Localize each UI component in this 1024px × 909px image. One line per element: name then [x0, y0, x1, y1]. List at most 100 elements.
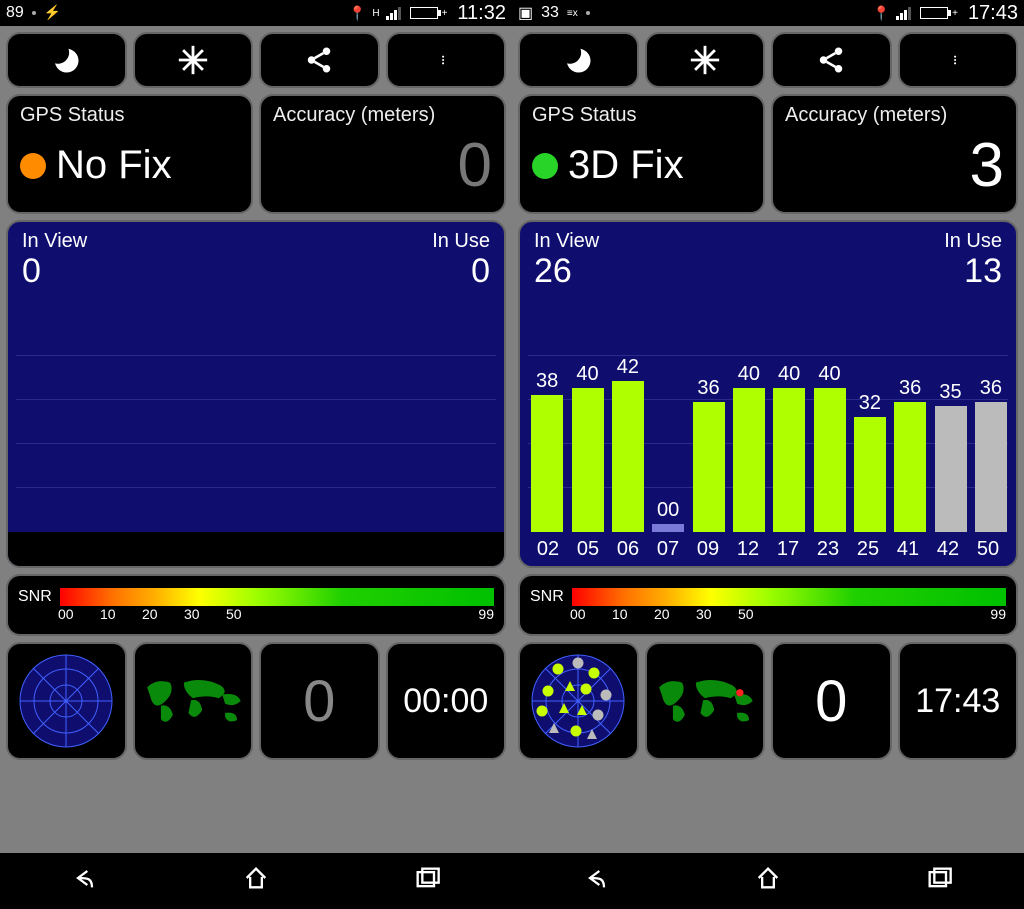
- battery-plus-icon: +: [442, 8, 448, 19]
- sat-prn-label: 41: [888, 538, 928, 561]
- sat-bar-value: 00: [657, 499, 679, 522]
- sat-prn-label: 06: [608, 538, 648, 561]
- sat-bar: [935, 406, 967, 532]
- sat-bar: [894, 402, 926, 532]
- time-value: 17:43: [915, 682, 1000, 721]
- accuracy-panel[interactable]: Accuracy (meters) 3: [771, 94, 1018, 214]
- home-button[interactable]: [242, 864, 270, 899]
- in-view-label: In View: [22, 230, 87, 253]
- sat-bar: [854, 417, 886, 532]
- gps-status-panel[interactable]: GPS Status No Fix: [6, 94, 253, 214]
- sat-bar: [733, 388, 765, 532]
- battery-plus-icon: +: [952, 8, 958, 19]
- status-dot-icon: [32, 11, 36, 15]
- signal-icon: [386, 6, 404, 20]
- accuracy-value: 0: [458, 135, 492, 197]
- location-icon: 📍: [873, 5, 890, 22]
- sat-bar-value: 35: [939, 381, 961, 404]
- location-icon: 📍: [349, 5, 366, 22]
- toolbar: [0, 26, 512, 94]
- menu-button[interactable]: [386, 32, 507, 88]
- compass-button[interactable]: [645, 32, 766, 88]
- snr-label: SNR: [530, 588, 564, 606]
- sat-bar-value: 40: [738, 363, 760, 386]
- in-use-value: 13: [944, 253, 1002, 290]
- sat-bar: [572, 388, 604, 532]
- sat-prn-label: 50: [968, 538, 1008, 561]
- skyview-tile[interactable]: [518, 642, 639, 760]
- in-use-label: In Use: [432, 230, 490, 253]
- sat-prn-label: 12: [728, 538, 768, 561]
- bars-area: 38 40 42 00 36 40 40 40 32: [528, 312, 1008, 532]
- snr-legend: SNR 0010203050 99: [518, 574, 1018, 636]
- sat-prn-label: 17: [768, 538, 808, 561]
- in-view-value: 26: [534, 253, 599, 290]
- snr-ticks: 0010203050 99: [570, 606, 1006, 622]
- recent-button[interactable]: [925, 864, 953, 899]
- time-tile[interactable]: 17:43: [898, 642, 1019, 760]
- accuracy-label: Accuracy (meters): [273, 104, 492, 127]
- sat-bar-value: 36: [899, 377, 921, 400]
- satellite-chart[interactable]: In View 0 In Use 0: [6, 220, 506, 568]
- satellite-chart[interactable]: In View 26 In Use 13 38 40 42 00: [518, 220, 1018, 568]
- home-button[interactable]: [754, 864, 782, 899]
- share-button[interactable]: [771, 32, 892, 88]
- in-use-label: In Use: [944, 230, 1002, 253]
- bolt-icon: [44, 4, 61, 22]
- night-mode-button[interactable]: [518, 32, 639, 88]
- menu-button[interactable]: [898, 32, 1019, 88]
- speed-tile[interactable]: 0: [259, 642, 380, 760]
- speed-tile[interactable]: 0: [771, 642, 892, 760]
- gps-label: GPS Status: [532, 104, 751, 127]
- chart-bottom-strip: [8, 532, 504, 566]
- sat-bar: [693, 402, 725, 532]
- accuracy-label: Accuracy (meters): [785, 104, 1004, 127]
- sat-bar: [531, 395, 563, 532]
- toolbar: [512, 26, 1024, 94]
- status-number: 33: [541, 4, 559, 22]
- back-button[interactable]: [583, 864, 611, 899]
- night-mode-button[interactable]: [6, 32, 127, 88]
- status-bar: 89 📍 H + 11:32: [0, 0, 512, 26]
- network-icon: ≡x: [567, 8, 578, 19]
- in-view-value: 0: [22, 253, 87, 290]
- sat-bar-value: 32: [859, 392, 881, 415]
- sat-prn-label: 23: [808, 538, 848, 561]
- sat-bar-value: 40: [818, 363, 840, 386]
- snr-gradient: [572, 588, 1006, 606]
- battery-icon: [920, 7, 948, 19]
- sat-bar-value: 40: [778, 363, 800, 386]
- snr-gradient: [60, 588, 494, 606]
- sat-prn-label: 25: [848, 538, 888, 561]
- worldmap-tile[interactable]: [645, 642, 766, 760]
- sat-prn-label: 05: [568, 538, 608, 561]
- sat-bar: [652, 524, 684, 532]
- gps-status-dot-icon: [532, 153, 558, 179]
- sat-bar-value: 36: [697, 377, 719, 400]
- compass-button[interactable]: [133, 32, 254, 88]
- phone-screen-0: 89 📍 H + 11:32 GPS Status: [0, 0, 512, 909]
- gps-status-text: No Fix: [56, 143, 172, 188]
- recent-button[interactable]: [413, 864, 441, 899]
- gps-status-text: 3D Fix: [568, 143, 684, 188]
- sat-bar-value: 42: [617, 356, 639, 379]
- worldmap-tile[interactable]: [133, 642, 254, 760]
- accuracy-panel[interactable]: Accuracy (meters) 0: [259, 94, 506, 214]
- back-button[interactable]: [71, 864, 99, 899]
- accuracy-value: 3: [970, 135, 1004, 197]
- skyview-tile[interactable]: [6, 642, 127, 760]
- status-clock: 17:43: [968, 2, 1018, 25]
- snr-legend: SNR 0010203050 99: [6, 574, 506, 636]
- share-button[interactable]: [259, 32, 380, 88]
- status-number: 89: [6, 4, 24, 22]
- bars-area: [16, 312, 496, 532]
- time-value: 00:00: [403, 682, 488, 721]
- time-tile[interactable]: 00:00: [386, 642, 507, 760]
- net-type-label: H: [372, 8, 379, 19]
- sat-prn-label: 09: [688, 538, 728, 561]
- gps-status-panel[interactable]: GPS Status 3D Fix: [518, 94, 765, 214]
- phone-screen-1: ▣ 33 ≡x 📍 + 17:43 GPS Status: [512, 0, 1024, 909]
- battery-icon: [410, 7, 438, 19]
- nav-bar: [512, 853, 1024, 909]
- snr-ticks: 0010203050 99: [58, 606, 494, 622]
